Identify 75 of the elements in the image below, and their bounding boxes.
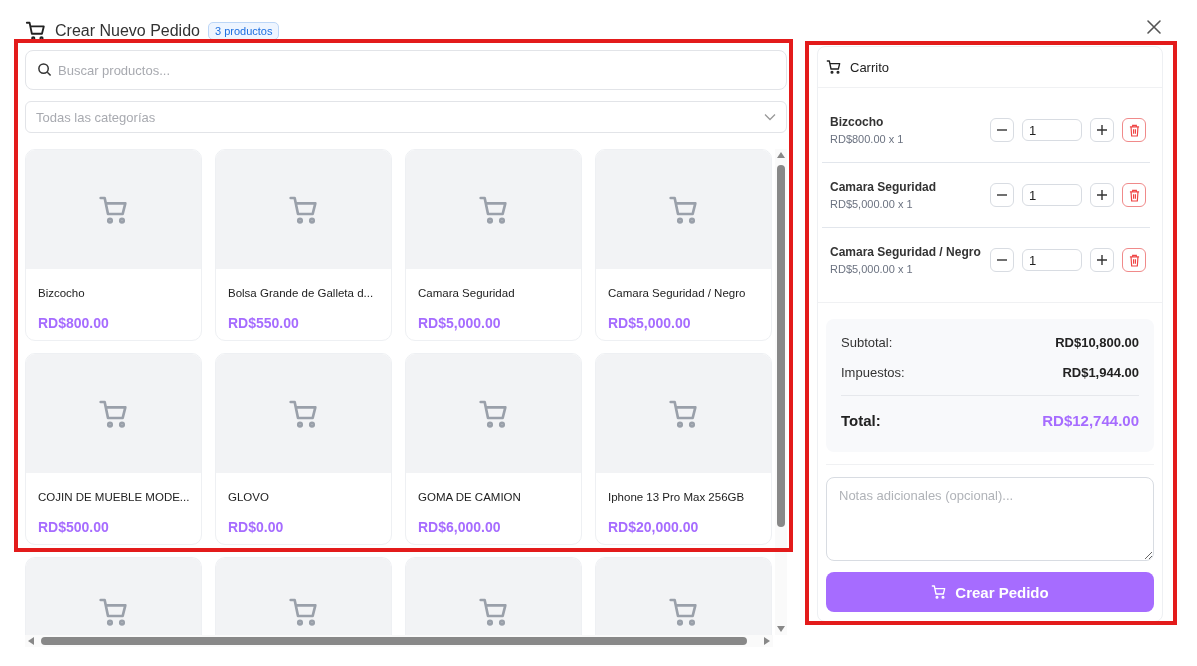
product-price: RD$5,000.00 [418, 315, 502, 331]
cart-icon [25, 20, 47, 42]
search-icon [37, 62, 52, 77]
product-price: RD$20,000.00 [608, 519, 700, 535]
tax-value: RD$1,944.00 [1062, 364, 1139, 380]
dialog-title: Crear Nuevo Pedido [55, 22, 200, 40]
item-name: Camara Seguridad [830, 180, 938, 194]
product-price: RD$6,000.00 [418, 519, 502, 535]
cart-icon [477, 596, 510, 628]
item-name: Camara Seguridad / Negro [830, 245, 982, 259]
product-name: Camara Seguridad [418, 286, 515, 301]
cart-icon [97, 596, 130, 628]
subtotal-label: Subtotal: [841, 334, 893, 350]
search-field[interactable]: Buscar productos... [25, 50, 787, 90]
product-card[interactable]: Bizcocho RD$800.00 [25, 149, 202, 341]
product-card[interactable]: Camara Seguridad RD$5,000.00 [405, 149, 582, 341]
vertical-scrollbar[interactable] [775, 149, 787, 635]
tax-label: Impuestos: [841, 364, 905, 380]
product-card[interactable] [215, 557, 392, 638]
product-card[interactable] [405, 557, 582, 638]
product-card[interactable]: Bolsa Grande de Galleta d... RD$550.00 [215, 149, 392, 341]
cart-icon [667, 596, 700, 628]
chevron-down-icon [764, 113, 776, 121]
count-badge: 3 productos [207, 22, 280, 40]
product-card[interactable] [595, 557, 772, 638]
product-card[interactable]: Iphone 13 Pro Max 256GB RD$20,000.00 [595, 353, 772, 545]
product-name: Camara Seguridad / Negro [608, 286, 746, 301]
product-name: Iphone 13 Pro Max 256GB [608, 490, 745, 505]
cart-icon [826, 59, 842, 75]
total-value: RD$12,744.00 [1042, 411, 1139, 429]
subtotal-value: RD$10,800.00 [1055, 334, 1139, 350]
cart-title: Carrito [850, 59, 889, 75]
increase-button[interactable] [1090, 248, 1114, 272]
item-price: RD$5,000.00 x 1 [830, 198, 914, 210]
product-price: RD$0.00 [228, 519, 285, 535]
product-card[interactable]: GLOVO RD$0.00 [215, 353, 392, 545]
trash-icon [1128, 188, 1140, 202]
delete-button[interactable] [1122, 183, 1146, 207]
product-price: RD$500.00 [38, 519, 110, 535]
item-name: Bizcocho [830, 115, 885, 129]
increase-button[interactable] [1090, 118, 1114, 142]
quantity-field[interactable]: 1 [1022, 119, 1082, 141]
horizontal-scrollbar[interactable] [25, 635, 773, 647]
product-name: COJIN DE MUEBLE MODE... [38, 490, 190, 505]
decrease-button[interactable] [990, 248, 1014, 272]
product-name: Bolsa Grande de Galleta d... [228, 286, 374, 301]
notes-field[interactable]: Notas adicionales (opcional)... [826, 477, 1154, 561]
product-name: GLOVO [228, 490, 269, 505]
product-price: RD$550.00 [228, 315, 300, 331]
increase-button[interactable] [1090, 183, 1114, 207]
product-name: GOMA DE CAMION [418, 490, 521, 505]
trash-icon [1128, 253, 1140, 267]
product-price: RD$800.00 [38, 315, 110, 331]
plus-icon [1097, 125, 1107, 135]
trash-icon [1128, 123, 1140, 137]
plus-icon [1097, 255, 1107, 265]
delete-button[interactable] [1122, 118, 1146, 142]
item-price: RD$5,000.00 x 1 [830, 263, 914, 275]
cart-icon [287, 596, 320, 628]
product-price: RD$5,000.00 [608, 315, 692, 331]
delete-button[interactable] [1122, 248, 1146, 272]
plus-icon [1097, 190, 1107, 200]
item-price: RD$800.00 x 1 [830, 133, 905, 145]
product-card[interactable] [25, 557, 202, 638]
cart-icon [931, 584, 948, 600]
product-card[interactable]: Camara Seguridad / Negro RD$5,000.00 [595, 149, 772, 341]
decrease-button[interactable] [990, 118, 1014, 142]
quantity-field[interactable]: 1 [1022, 184, 1082, 206]
product-card[interactable]: GOMA DE CAMION RD$6,000.00 [405, 353, 582, 545]
total-label: Total: [841, 411, 881, 429]
product-name: Bizcocho [38, 286, 85, 301]
product-card[interactable]: COJIN DE MUEBLE MODE... RD$500.00 [25, 353, 202, 545]
quantity-field[interactable]: 1 [1022, 249, 1082, 271]
decrease-button[interactable] [990, 183, 1014, 207]
close-icon[interactable] [1146, 19, 1162, 35]
